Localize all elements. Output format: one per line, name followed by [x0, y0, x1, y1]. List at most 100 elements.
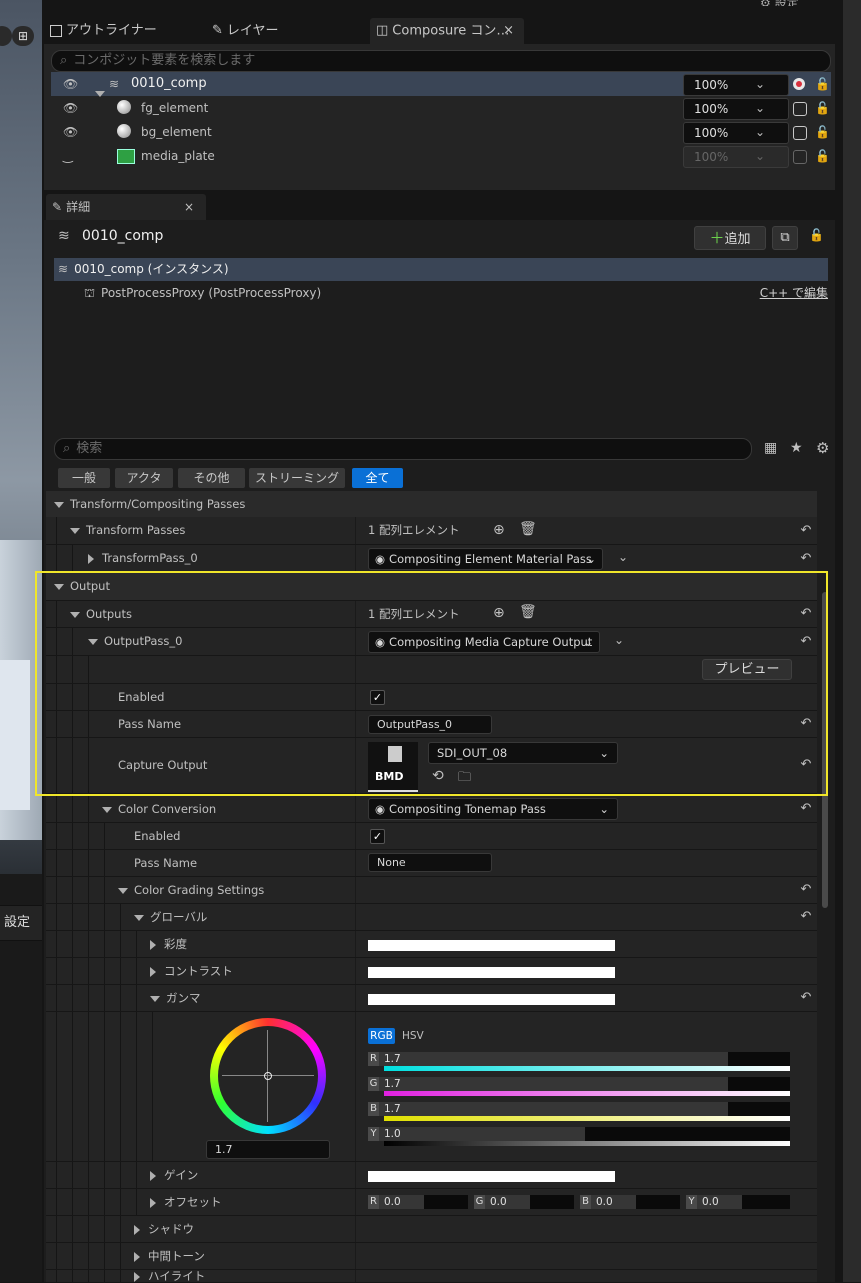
section-output[interactable]: Output [46, 573, 817, 601]
chevron-down-icon[interactable]: ⌄ [755, 144, 765, 168]
reset-icon[interactable]: ↶ [799, 910, 813, 924]
reset-icon[interactable]: ↶ [799, 607, 813, 621]
wheel-handle[interactable] [264, 1072, 272, 1080]
lock-icon[interactable]: 🔓 [815, 120, 830, 144]
outliner-row-media[interactable]: ‿ media_plate 100% ⌄ 🔓 [51, 144, 831, 168]
eye-icon[interactable]: 👁 [63, 120, 78, 144]
output-pass-class-combo[interactable]: ◉ Compositing Media Capture Output ⌄ [368, 631, 600, 653]
reset-icon[interactable]: ↶ [799, 524, 813, 538]
record-icon[interactable] [793, 78, 805, 90]
reset-icon[interactable]: ↶ [799, 991, 813, 1005]
add-element-icon[interactable]: ⊕ [493, 605, 505, 621]
reset-icon[interactable]: ↶ [799, 802, 813, 816]
section-transform[interactable]: Transform/Compositing Passes [46, 491, 817, 518]
gain-color-bar[interactable] [368, 1171, 615, 1182]
chevron-down-icon[interactable]: ⌄ [755, 96, 765, 120]
trash-icon[interactable]: 🗑 [519, 604, 537, 620]
blueprint-icon[interactable]: ⧉ [772, 226, 798, 250]
pass-name-field[interactable]: OutputPass_0 [368, 715, 492, 734]
offset-b-field[interactable]: B 0.0 [580, 1195, 680, 1209]
eye-closed-icon[interactable]: ‿ [63, 144, 73, 168]
color-conversion-combo[interactable]: ◉ Compositing Tonemap Pass ⌄ [368, 798, 618, 820]
gamma-color-bar[interactable] [368, 994, 615, 1005]
tab-composure[interactable]: ◫ Composure コン… × [370, 18, 524, 44]
reset-icon[interactable]: ↶ [799, 635, 813, 649]
table-icon[interactable]: ▦ [764, 440, 777, 456]
reset-icon[interactable]: ↶ [799, 717, 813, 731]
add-element-icon[interactable]: ⊕ [493, 522, 505, 538]
eye-icon[interactable]: 👁 [63, 96, 78, 120]
use-selected-icon[interactable]: ⟲ [432, 768, 444, 784]
viewport-panel[interactable]: ⊞ [0, 0, 42, 874]
top-right-settings[interactable]: ⚙ 設定 [760, 0, 820, 6]
offset-y-field[interactable]: Y 0.0 [686, 1195, 790, 1209]
saturation-color-bar[interactable] [368, 940, 615, 951]
chevron-down-icon[interactable]: ⌄ [618, 550, 628, 564]
capture-output-thumbnail[interactable]: BMD [368, 742, 418, 792]
luma-slider[interactable]: Y 1.0 [368, 1127, 790, 1141]
side-settings-label[interactable]: 設定 [0, 905, 42, 941]
lock-icon[interactable]: 🔓 [809, 228, 824, 242]
component-row-instance[interactable]: ≋ 0010_comp (インスタンス) [54, 258, 828, 281]
edit-cpp-link[interactable]: C++ で編集 [760, 282, 828, 305]
capture-output-combo[interactable]: SDI_OUT_08 ⌄ [428, 742, 618, 764]
reset-icon[interactable]: ↶ [799, 883, 813, 897]
preview-button[interactable]: プレビュー [702, 659, 792, 680]
checkbox[interactable] [793, 150, 807, 164]
offset-r-field[interactable]: R 0.0 [368, 1195, 468, 1209]
pass-name-field[interactable]: None [368, 853, 492, 872]
chevron-down-icon[interactable]: ⌄ [755, 72, 765, 96]
trash-icon[interactable]: 🗑 [519, 521, 537, 537]
chevron-down-icon: ⌄ [599, 746, 609, 760]
reset-icon[interactable]: ↶ [799, 758, 813, 772]
tab-layers[interactable]: ✎ レイヤー [212, 18, 362, 44]
checkbox[interactable] [793, 126, 807, 140]
enabled-checkbox[interactable]: ✓ [370, 829, 385, 844]
category-all[interactable]: 全て [352, 468, 403, 488]
wheel-value-field[interactable]: 1.7 [206, 1140, 330, 1159]
close-icon[interactable]: × [503, 18, 514, 44]
browse-folder-icon[interactable]: 🗀 [458, 768, 471, 790]
checkbox[interactable] [793, 102, 807, 116]
outliner-row-comp[interactable]: 👁 ≋ 0010_comp 100% ⌄ 🔓 [51, 72, 831, 97]
tab-details[interactable]: ✎ 詳細 × [46, 194, 206, 220]
opacity-field[interactable]: 100% [683, 98, 789, 120]
category-streaming[interactable]: ストリーミング [249, 468, 345, 488]
details-scrollbar[interactable] [822, 592, 828, 908]
contrast-color-bar[interactable] [368, 967, 615, 978]
details-search[interactable]: ⌕ 検索 [54, 438, 752, 460]
blue-slider[interactable]: B 1.7 [368, 1102, 790, 1116]
outliner-search[interactable]: ⌕ コンポジット要素を検索します [51, 50, 831, 72]
rgb-tab[interactable]: RGB [368, 1028, 395, 1044]
color-wheel[interactable] [210, 1018, 326, 1134]
lock-icon[interactable]: 🔓 [815, 72, 830, 96]
lock-icon[interactable]: 🔓 [815, 96, 830, 120]
opacity-field[interactable]: 100% [683, 74, 789, 96]
offset-g-field[interactable]: G 0.0 [474, 1195, 574, 1209]
enabled-checkbox[interactable]: ✓ [370, 690, 385, 705]
add-button[interactable]: ＋追加 [694, 226, 766, 250]
star-icon[interactable]: ★ [790, 440, 803, 456]
eye-icon[interactable]: 👁 [63, 72, 78, 96]
viewport-button[interactable] [0, 26, 12, 46]
category-general[interactable]: 一般 [58, 468, 110, 488]
category-other[interactable]: その他 [178, 468, 245, 488]
green-slider[interactable]: G 1.7 [368, 1077, 790, 1091]
opacity-field[interactable]: 100% [683, 146, 789, 168]
outliner-row-bg[interactable]: 👁 bg_element 100% ⌄ 🔓 [51, 120, 831, 144]
opacity-field[interactable]: 100% [683, 122, 789, 144]
grid-icon[interactable]: ⊞ [12, 26, 34, 46]
component-row-proxy[interactable]: ⛫ PostProcessProxy (PostProcessProxy) C++… [54, 282, 828, 305]
lock-icon[interactable]: 🔓 [815, 144, 830, 168]
transform-pass-class-combo[interactable]: ◉ Compositing Element Material Pass ⌄ [368, 548, 603, 570]
outliner-row-fg[interactable]: 👁 fg_element 100% ⌄ 🔓 [51, 96, 831, 120]
close-icon[interactable]: × [184, 194, 194, 220]
tab-outliner[interactable]: アウトライナー [50, 18, 200, 44]
category-actor[interactable]: アクタ [115, 468, 173, 488]
hsv-tab[interactable]: HSV [402, 1028, 424, 1044]
chevron-down-icon[interactable]: ⌄ [614, 633, 624, 647]
reset-icon[interactable]: ↶ [799, 552, 813, 566]
red-slider[interactable]: R 1.7 [368, 1052, 790, 1066]
gear-icon[interactable]: ⚙ [816, 439, 829, 457]
chevron-down-icon[interactable]: ⌄ [755, 120, 765, 144]
